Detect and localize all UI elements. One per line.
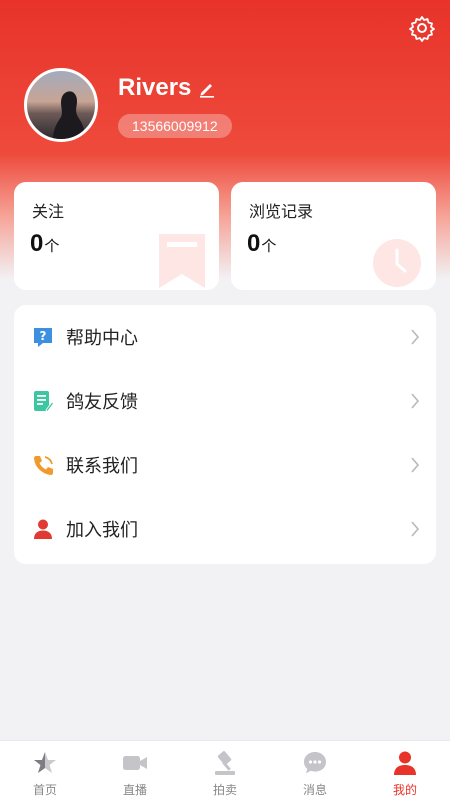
chevron-right-icon — [411, 329, 420, 345]
tab-label: 消息 — [302, 783, 327, 797]
home-star-icon — [34, 752, 56, 773]
tab-label: 直播 — [122, 783, 147, 797]
tab-auction[interactable]: 拍卖 — [180, 741, 270, 800]
stat-label: 关注 — [32, 202, 65, 221]
stat-card-history[interactable]: 浏览记录 0个 — [231, 182, 436, 290]
settings-gear-icon[interactable] — [408, 14, 436, 42]
menu-label: 帮助中心 — [66, 328, 138, 349]
chevron-right-icon — [411, 393, 420, 409]
tab-messages[interactable]: 消息 — [270, 741, 360, 800]
tab-live[interactable]: 直播 — [90, 741, 180, 800]
help-icon: ? — [34, 328, 52, 347]
phone-number-badge: 13566009912 — [118, 114, 232, 138]
chevron-right-icon — [411, 521, 420, 537]
menu-label: 加入我们 — [66, 520, 138, 541]
message-icon — [304, 752, 326, 774]
stat-value: 0个 — [30, 230, 60, 257]
tab-label: 我的 — [392, 783, 417, 797]
stat-card-follow[interactable]: 关注 0个 — [14, 182, 219, 290]
bookmark-icon — [159, 234, 205, 288]
menu-item-contact[interactable]: 联系我们 — [14, 433, 436, 497]
chevron-right-icon — [411, 457, 420, 473]
stat-value: 0个 — [247, 230, 277, 257]
bottom-tab-bar: 首页 直播 拍卖 消息 我的 — [0, 740, 450, 800]
auction-hammer-icon — [215, 751, 235, 775]
tab-home[interactable]: 首页 — [0, 741, 90, 800]
avatar[interactable] — [24, 68, 98, 142]
svg-text:?: ? — [40, 329, 47, 343]
tab-profile[interactable]: 我的 — [360, 741, 450, 800]
phone-icon — [34, 456, 53, 475]
menu-item-help[interactable]: ? 帮助中心 — [14, 305, 436, 369]
tab-label: 拍卖 — [212, 783, 237, 797]
username: Rivers — [118, 74, 192, 101]
menu-label: 鸽友反馈 — [66, 392, 138, 413]
menu-item-feedback[interactable]: 鸽友反馈 — [14, 369, 436, 433]
avatar-photo — [53, 91, 85, 139]
clock-icon — [373, 239, 421, 287]
menu-item-join[interactable]: 加入我们 — [14, 497, 436, 561]
profile-icon — [394, 751, 416, 775]
edit-pencil-icon[interactable] — [198, 80, 216, 98]
feedback-icon — [34, 391, 54, 412]
video-icon — [123, 756, 147, 770]
stat-label: 浏览记录 — [249, 202, 314, 221]
menu-label: 联系我们 — [66, 456, 138, 477]
menu-list: ? 帮助中心 鸽友反馈 联系我们 加入我们 — [14, 305, 436, 564]
tab-label: 首页 — [32, 783, 57, 797]
user-icon — [34, 519, 52, 539]
